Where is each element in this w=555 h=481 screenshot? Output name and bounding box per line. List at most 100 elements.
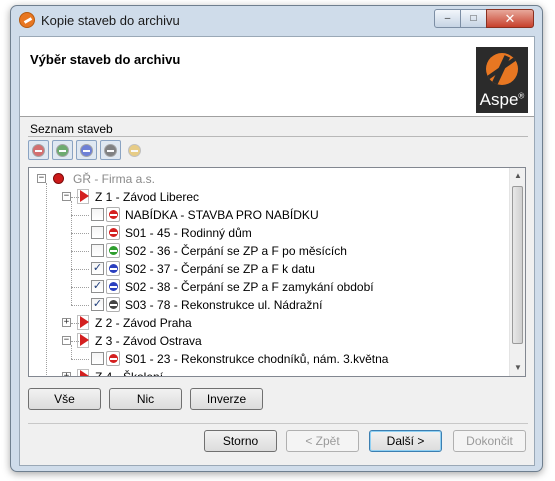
tool-green-icon	[56, 143, 69, 157]
tree-group-label: Z 2 - Závod Praha	[95, 316, 192, 330]
branch-flag-icon	[80, 334, 89, 346]
tree-group-row[interactable]: − Z 1 - Závod Liberec	[29, 188, 515, 206]
tree-group-label: Z 4 - Školení	[95, 370, 164, 377]
tool-red-button[interactable]	[28, 140, 49, 160]
project-icon	[106, 351, 120, 366]
cancel-button[interactable]: Storno	[204, 430, 277, 452]
project-icon	[106, 261, 120, 276]
tree-guide-line	[71, 201, 72, 305]
tool-blue-button[interactable]	[76, 140, 97, 160]
close-button[interactable]: ✕	[486, 9, 534, 28]
maximize-button[interactable]: □	[460, 9, 487, 28]
project-icon	[106, 243, 120, 258]
tool-blue-icon	[80, 143, 93, 157]
project-label: S02 - 38 - Čerpání se ZP a F zamykání ob…	[125, 280, 374, 294]
project-icon	[106, 207, 120, 222]
project-status-icon	[109, 354, 118, 363]
tree-group-row[interactable]: − Z 3 - Závod Ostrava	[29, 332, 515, 350]
tree-leaf-row[interactable]: S01 - 45 - Rodinný dům	[29, 224, 515, 242]
tree-guide-line	[71, 287, 89, 288]
tree-group-label: Z 1 - Závod Liberec	[95, 190, 200, 204]
back-button[interactable]: < Zpět	[286, 430, 359, 452]
tree-root-label: GŘ - Firma a.s.	[73, 172, 156, 186]
invert-selection-button[interactable]: Inverze	[190, 388, 263, 410]
tool-red-icon	[32, 143, 45, 157]
project-checkbox[interactable]	[91, 352, 104, 365]
tree-leaf-row[interactable]: NABÍDKA - STAVBA PRO NABÍDKU	[29, 206, 515, 224]
tree-leaf-row[interactable]: S02 - 36 - Čerpání se ZP a F po měsících	[29, 242, 515, 260]
tree-group-row[interactable]: + Z 4 - Školení	[29, 368, 515, 377]
project-icon	[106, 297, 120, 312]
wizard-header: Výběr staveb do archivu Aspe®	[20, 37, 534, 117]
scroll-up-icon[interactable]: ▲	[510, 168, 525, 184]
project-checkbox[interactable]: ✓	[91, 262, 104, 275]
next-button[interactable]: Další >	[369, 430, 442, 452]
tree-guide-line	[71, 305, 89, 306]
registered-mark: ®	[518, 91, 525, 101]
branch-flag-icon	[80, 370, 89, 376]
tree-guide-line	[71, 233, 89, 234]
tree-leaf-row[interactable]: ✓ S02 - 37 - Čerpání se ZP a F k datu	[29, 260, 515, 278]
tree-group-label: Z 3 - Závod Ostrava	[95, 334, 202, 348]
tree-guide-line	[71, 345, 72, 359]
tree-guide-line	[71, 215, 89, 216]
dialog-client: Výběr staveb do archivu Aspe® Seznam sta…	[19, 36, 535, 466]
page-title: Výběr staveb do archivu	[30, 52, 181, 67]
project-status-icon	[109, 300, 118, 309]
logo-text: Aspe	[479, 90, 519, 109]
tree-leaf-row[interactable]: S01 - 23 - Rekonstrukce chodníků, nám. 3…	[29, 350, 515, 368]
select-all-button[interactable]: Vše	[28, 388, 101, 410]
collapse-icon[interactable]: −	[62, 192, 71, 201]
project-status-icon	[109, 228, 118, 237]
collapse-icon[interactable]: −	[37, 174, 46, 183]
select-none-button[interactable]: Nic	[109, 388, 182, 410]
tool-yellow-icon	[128, 143, 141, 157]
scroll-down-icon[interactable]: ▼	[510, 360, 525, 376]
aspe-logo: Aspe®	[476, 47, 528, 113]
tree-guide-line	[46, 183, 47, 376]
tool-green-button[interactable]	[52, 140, 73, 160]
project-checkbox[interactable]: ✓	[91, 280, 104, 293]
project-label: S03 - 78 - Rekonstrukce ul. Nádražní	[125, 298, 323, 312]
footer-divider	[28, 423, 528, 424]
vertical-scrollbar[interactable]: ▲ ▼	[509, 168, 525, 376]
project-status-icon	[109, 282, 118, 291]
app-icon	[19, 12, 35, 28]
title-bar[interactable]: Kopie staveb do archivu – □ ✕	[11, 6, 542, 34]
project-label: S02 - 36 - Čerpání se ZP a F po měsících	[125, 244, 347, 258]
project-checkbox[interactable]	[91, 208, 104, 221]
project-label: NABÍDKA - STAVBA PRO NABÍDKU	[125, 208, 319, 222]
project-icon	[106, 225, 120, 240]
tool-dark-button[interactable]	[100, 140, 121, 160]
window-title: Kopie staveb do archivu	[41, 13, 180, 28]
group-label: Seznam staveb	[30, 122, 113, 136]
project-status-icon	[109, 210, 118, 219]
project-status-icon	[109, 246, 118, 255]
expand-icon[interactable]: +	[62, 372, 71, 376]
tree-guide-line	[71, 341, 79, 342]
dialog-window: Kopie staveb do archivu – □ ✕ Výběr stav…	[10, 5, 543, 472]
finish-button[interactable]: Dokončit	[453, 430, 526, 452]
company-icon	[53, 173, 64, 184]
tool-yellow-button[interactable]	[124, 140, 145, 160]
project-checkbox[interactable]	[91, 244, 104, 257]
project-label: S01 - 23 - Rekonstrukce chodníků, nám. 3…	[125, 352, 389, 366]
tree-guide-line	[71, 359, 89, 360]
project-checkbox[interactable]: ✓	[91, 298, 104, 311]
tree-root-row[interactable]: − GŘ - Firma a.s.	[29, 170, 515, 188]
branch-flag-icon	[80, 190, 89, 202]
project-status-icon	[109, 264, 118, 273]
minimize-button[interactable]: –	[434, 9, 461, 28]
collapse-icon[interactable]: −	[62, 336, 71, 345]
branch-flag-icon	[80, 316, 89, 328]
tree-leaf-row[interactable]: ✓ S02 - 38 - Čerpání se ZP a F zamykání o…	[29, 278, 515, 296]
project-label: S02 - 37 - Čerpání se ZP a F k datu	[125, 262, 315, 276]
expand-icon[interactable]: +	[62, 318, 71, 327]
tree-group-row[interactable]: + Z 2 - Závod Praha	[29, 314, 515, 332]
project-checkbox[interactable]	[91, 226, 104, 239]
tree-guide-line	[71, 251, 89, 252]
tree-leaf-row[interactable]: ✓ S03 - 78 - Rekonstrukce ul. Nádražní	[29, 296, 515, 314]
project-tree[interactable]: − GŘ - Firma a.s. − Z 1 - Závod Liberec NABÍ…	[28, 167, 526, 377]
scroll-thumb[interactable]	[512, 186, 523, 344]
tree-guide-line	[71, 269, 89, 270]
